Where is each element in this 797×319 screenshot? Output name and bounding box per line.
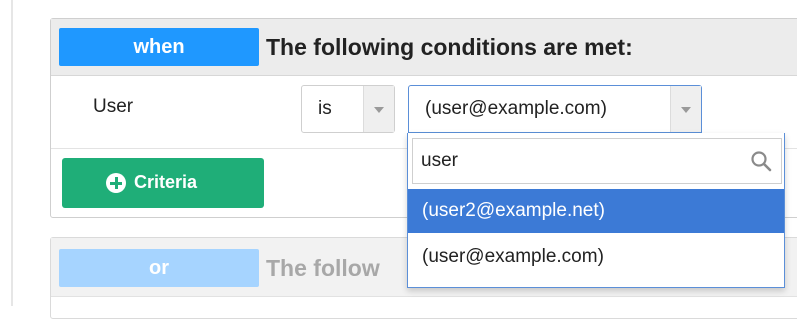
chevron-down-icon	[681, 107, 691, 113]
left-rail-divider	[11, 0, 13, 306]
user-dropdown-toggle[interactable]	[670, 86, 701, 132]
operator-value: is	[318, 98, 332, 119]
user-value-select[interactable]: (user@example.com)	[408, 85, 702, 133]
dropdown-option[interactable]: (user@example.com)	[408, 235, 784, 279]
rule-header: when The following conditions are met:	[51, 19, 797, 76]
dropdown-search-box[interactable]	[412, 138, 782, 184]
chevron-down-icon	[374, 107, 384, 113]
user-dropdown-menu: (user2@example.net) (user@example.com)	[407, 133, 785, 288]
rule-title: The following conditions are met:	[266, 34, 633, 60]
operator-select[interactable]: is	[301, 85, 395, 133]
search-icon	[751, 151, 772, 172]
or-badge[interactable]: or	[59, 249, 259, 287]
when-badge[interactable]: when	[59, 28, 259, 66]
operator-dropdown-toggle[interactable]	[363, 86, 394, 132]
add-criteria-button[interactable]: Criteria	[62, 158, 264, 208]
rule-title-or: The follow	[266, 255, 380, 281]
plus-circle-icon	[106, 173, 126, 193]
condition-field-label: User	[93, 96, 134, 117]
dropdown-option[interactable]: (user2@example.net)	[408, 189, 784, 233]
dropdown-search-input[interactable]	[419, 145, 733, 177]
user-value: (user@example.com)	[425, 98, 607, 119]
add-criteria-label: Criteria	[134, 172, 198, 192]
